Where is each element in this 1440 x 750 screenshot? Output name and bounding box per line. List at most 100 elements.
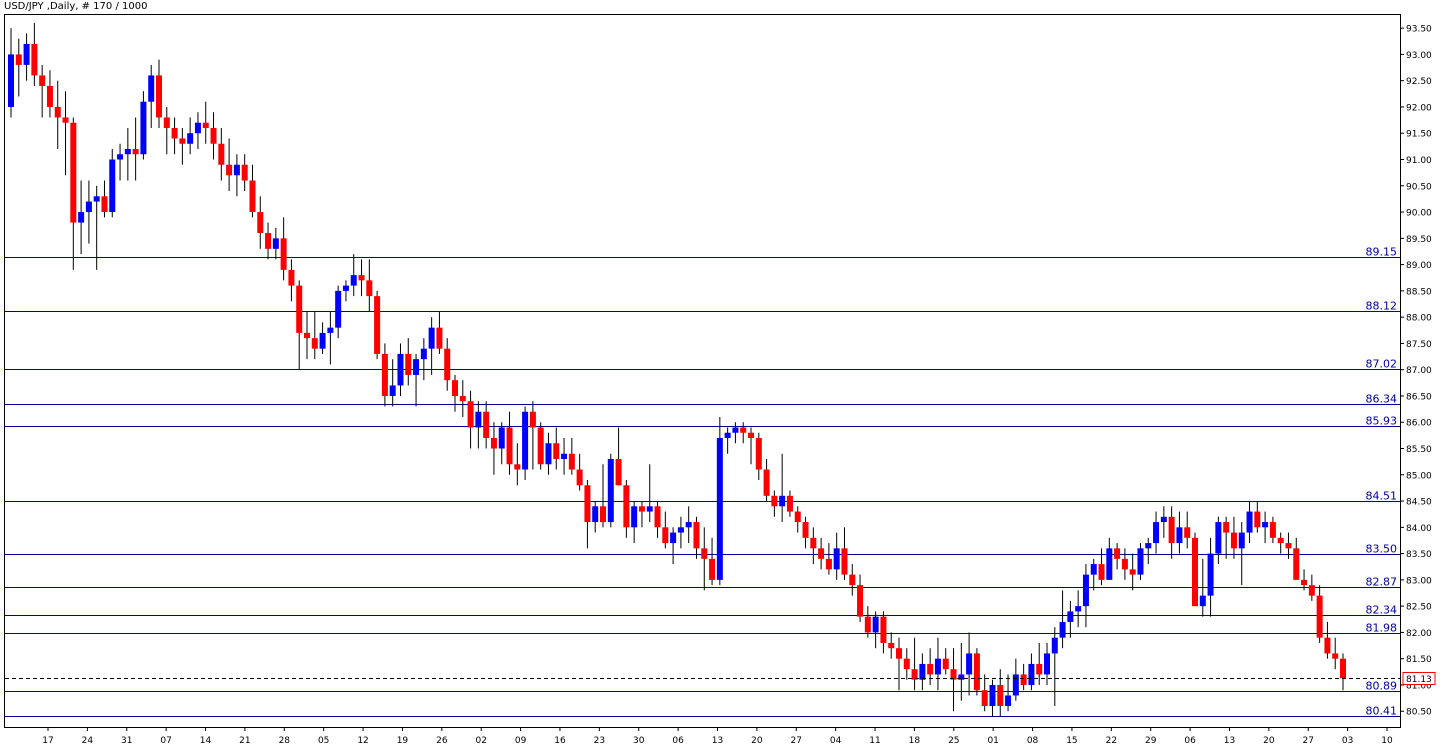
candle-body <box>1168 516 1175 544</box>
date-tick-label: 10 <box>1381 736 1393 746</box>
candle-body <box>623 485 630 528</box>
level-label: 80.89 <box>1366 680 1398 693</box>
candle-body <box>685 522 692 528</box>
candle-body <box>748 432 754 438</box>
candle-body <box>70 122 77 223</box>
date-tick-label: 30 <box>633 736 645 746</box>
candle-body <box>662 527 669 544</box>
date-tick-label: 03 <box>1342 736 1353 746</box>
candle-body <box>1301 579 1308 586</box>
date-tick-label: 21 <box>239 736 250 746</box>
date-tick-label: 22 <box>1106 736 1117 746</box>
candle-body <box>1269 522 1276 538</box>
candle-body <box>459 395 466 402</box>
candle-body <box>1075 606 1082 612</box>
date-tick-label: 19 <box>397 736 409 746</box>
candle-body <box>779 495 786 507</box>
candle-body <box>646 506 653 512</box>
candle-body <box>857 585 864 617</box>
candle-body <box>475 411 482 428</box>
price-tick-label: 86.50 <box>1406 392 1432 402</box>
candle-body <box>966 653 973 675</box>
candle-body <box>1005 695 1012 706</box>
level-label: 86.34 <box>1366 393 1398 406</box>
candle-body <box>600 506 606 523</box>
candle-body <box>93 196 100 202</box>
date-tick-label: 07 <box>160 736 171 746</box>
candle-body <box>257 212 264 234</box>
candle-body <box>896 648 902 659</box>
candle-body <box>981 690 988 706</box>
candle-body <box>755 437 762 470</box>
candle-body <box>568 453 575 470</box>
candle-body <box>1340 658 1346 679</box>
candle-body <box>467 401 474 428</box>
candle-body <box>226 164 233 176</box>
price-tick-label: 81.50 <box>1406 655 1432 665</box>
candle-body <box>1223 522 1230 533</box>
candle-body <box>117 154 124 160</box>
candle-body <box>280 238 287 270</box>
date-tick-label: 05 <box>318 736 329 746</box>
candle-body <box>818 548 825 559</box>
candle-body <box>1332 653 1339 659</box>
candle-body <box>1262 522 1269 528</box>
current-price-marker: 81.13 <box>5 672 1436 685</box>
candle-body <box>39 75 46 86</box>
price-tick-label: 84.00 <box>1406 524 1432 534</box>
candle-body <box>1129 569 1136 575</box>
candle-body <box>763 469 770 496</box>
price-tick-label: 85.00 <box>1406 471 1432 481</box>
candle-body <box>272 238 279 249</box>
candle-body <box>1293 548 1300 580</box>
date-tick-label: 29 <box>1145 736 1157 746</box>
candle-body <box>903 658 910 670</box>
candle-body <box>210 127 217 144</box>
candle-body <box>124 148 131 155</box>
price-tick-label: 84.50 <box>1406 498 1432 508</box>
candle-body <box>1012 674 1019 696</box>
date-tick-label: 16 <box>554 736 566 746</box>
candle-body <box>529 411 536 428</box>
candle-body <box>342 285 349 291</box>
candle-body <box>23 43 30 65</box>
candle-body <box>561 453 568 460</box>
candle-body <box>413 359 420 375</box>
candle-body <box>553 443 560 460</box>
date-tick-label: 13 <box>1224 736 1235 746</box>
candle-body <box>740 427 747 433</box>
candle-body <box>62 117 69 123</box>
candle-body <box>490 437 497 449</box>
candle-body <box>693 522 700 549</box>
candle-body <box>179 138 186 144</box>
candle-body <box>156 75 162 118</box>
candlestick-chart: 89.15 88.12 87.02 86.34 85.93 84.51 83.50 82.87… <box>4 14 1436 746</box>
price-tick-label: 87.50 <box>1406 340 1432 350</box>
candle-body <box>132 148 139 155</box>
candle-body <box>498 427 505 449</box>
candle-body <box>1324 637 1331 654</box>
candle-body <box>436 327 443 349</box>
date-tick-label: 15 <box>1066 736 1077 746</box>
candle-body <box>506 427 513 465</box>
candle-body <box>483 411 490 438</box>
level-label: 84.51 <box>1366 490 1398 503</box>
level-label: 82.34 <box>1366 604 1398 617</box>
candle-body <box>872 616 879 633</box>
candle-body <box>1316 595 1323 638</box>
candle-body <box>397 353 404 386</box>
candle-body <box>615 459 622 486</box>
candle-body <box>973 653 980 691</box>
candle-body <box>864 616 871 633</box>
level-label: 80.41 <box>1366 705 1398 718</box>
candle-body <box>405 353 412 375</box>
candle-body <box>724 432 731 438</box>
candle-body <box>1254 511 1261 528</box>
candle-body <box>233 164 240 176</box>
date-tick-label: 13 <box>712 736 723 746</box>
candle-body <box>1308 585 1315 596</box>
candle-body <box>1285 543 1292 549</box>
candle-body <box>1184 527 1191 538</box>
price-tick-label: 91.00 <box>1406 156 1432 166</box>
price-tick-label: 89.00 <box>1406 261 1432 271</box>
